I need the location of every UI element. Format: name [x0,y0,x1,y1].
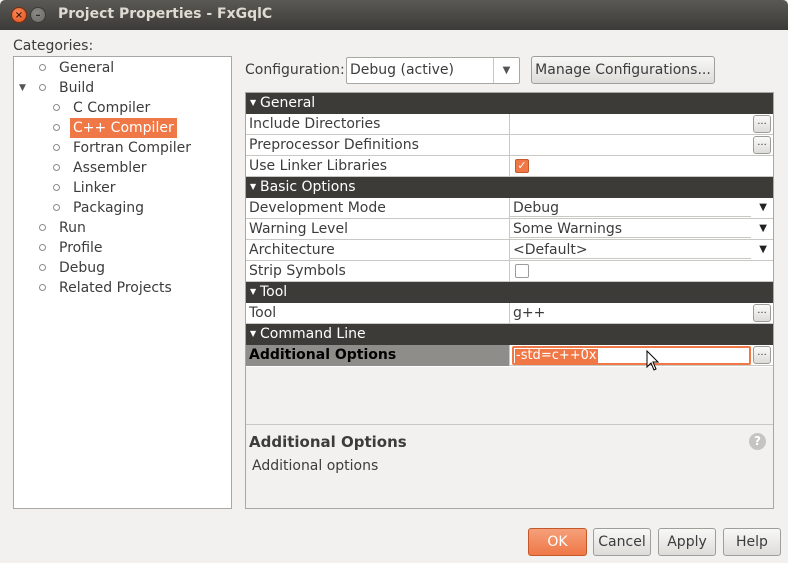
section-general[interactable]: ▼ General [246,93,773,114]
tree-item-fortran-compiler[interactable]: Fortran Compiler [14,138,231,158]
browse-ellipsis-button[interactable]: ... [753,304,771,322]
row-additional-options[interactable]: Additional Options -std=c++0x ... [246,345,773,366]
tree-item-c-compiler[interactable]: C Compiler [14,98,231,118]
additional-options-value[interactable]: -std=c++0x ... [510,345,773,366]
description-separator [246,424,773,425]
tree-item-run[interactable]: Run [14,218,231,238]
strip-symbols-value[interactable] [510,261,773,282]
node-bullet-icon [53,204,60,211]
ok-button[interactable]: OK [528,528,587,556]
underline [510,216,751,217]
node-bullet-icon [39,84,46,91]
description-title: Additional Options [249,433,407,451]
use-linker-libraries-value[interactable]: ✓ [510,156,773,177]
tree-item-build[interactable]: ▼ Build [14,78,231,98]
row-tool[interactable]: Tool g++ ... [246,303,773,324]
tree-item-cpp-compiler[interactable]: C++ Compiler [14,118,231,138]
browse-ellipsis-button[interactable]: ... [753,346,771,364]
tool-value[interactable]: g++ ... [510,303,773,324]
configuration-label: Configuration: [245,62,345,78]
row-development-mode[interactable]: Development Mode Debug ▼ [246,198,773,219]
row-warning-level[interactable]: Warning Level Some Warnings ▼ [246,219,773,240]
node-bullet-icon [39,244,46,251]
configuration-select[interactable]: Debug (active) ▼ [346,57,520,84]
tree-item-related-projects[interactable]: Related Projects [14,278,231,298]
node-bullet-icon [39,264,46,271]
chevron-down-icon[interactable]: ▼ [493,58,519,83]
node-bullet-icon [53,124,60,131]
help-icon[interactable]: ? [749,433,766,450]
browse-ellipsis-button[interactable]: ... [753,115,771,133]
description-text: Additional options [252,458,379,474]
node-bullet-icon [39,224,46,231]
node-bullet-icon [53,164,60,171]
row-use-linker-libraries[interactable]: Use Linker Libraries ✓ [246,156,773,177]
tree-item-assembler[interactable]: Assembler [14,158,231,178]
row-preprocessor-definitions[interactable]: Preprocessor Definitions ... [246,135,773,156]
row-strip-symbols[interactable]: Strip Symbols [246,261,773,282]
title-bar: × – Project Properties - FxGqlC [0,0,788,30]
underline [510,258,751,259]
tree-item-debug[interactable]: Debug [14,258,231,278]
chevron-down-icon[interactable]: ▼ [759,240,767,260]
chevron-down-icon[interactable]: ▼ [759,219,767,239]
node-bullet-icon [53,104,60,111]
underline [510,237,751,238]
warning-level-select[interactable]: Some Warnings ▼ [510,219,773,240]
node-bullet-icon [53,144,60,151]
collapse-triangle-icon[interactable]: ▼ [250,329,256,338]
additional-options-input[interactable]: -std=c++0x [512,346,751,365]
close-window-icon[interactable]: × [11,7,27,23]
mouse-pointer-icon [646,350,660,371]
tree-item-general[interactable]: General [14,58,231,78]
section-basic-options[interactable]: ▼ Basic Options [246,177,773,198]
window-title: Project Properties - FxGqlC [58,6,273,22]
section-tool[interactable]: ▼ Tool [246,282,773,303]
cancel-button[interactable]: Cancel [593,528,651,556]
categories-tree: General ▼ Build C Compiler C++ Compiler … [13,56,232,509]
expand-triangle-icon[interactable]: ▼ [19,78,26,98]
row-include-directories[interactable]: Include Directories ... [246,114,773,135]
manage-configurations-button[interactable]: Manage Configurations... [531,56,715,84]
collapse-triangle-icon[interactable]: ▼ [250,182,256,191]
node-bullet-icon [39,284,46,291]
preprocessor-definitions-value[interactable]: ... [510,135,773,156]
strip-symbols-checkbox[interactable] [515,264,529,278]
browse-ellipsis-button[interactable]: ... [753,136,771,154]
chevron-down-icon[interactable]: ▼ [759,198,767,218]
selected-text: -std=c++0x [515,348,598,363]
categories-label: Categories: [13,38,94,54]
configuration-value: Debug (active) [350,62,454,78]
architecture-select[interactable]: <Default> ▼ [510,240,773,261]
collapse-triangle-icon[interactable]: ▼ [250,98,256,107]
tree-item-linker[interactable]: Linker [14,178,231,198]
row-architecture[interactable]: Architecture <Default> ▼ [246,240,773,261]
development-mode-select[interactable]: Debug ▼ [510,198,773,219]
tree-item-packaging[interactable]: Packaging [14,198,231,218]
property-sheet: ▼ General Include Directories ... Prepro… [245,92,774,509]
include-directories-value[interactable]: ... [510,114,773,135]
property-grid: ▼ General Include Directories ... Prepro… [246,93,773,367]
use-linker-libraries-checkbox[interactable]: ✓ [515,159,529,173]
collapse-triangle-icon[interactable]: ▼ [250,287,256,296]
tree-item-profile[interactable]: Profile [14,238,231,258]
help-button[interactable]: Help [723,528,781,556]
minimize-window-icon[interactable]: – [30,7,46,23]
apply-button[interactable]: Apply [658,528,716,556]
node-bullet-icon [53,184,60,191]
section-command-line[interactable]: ▼ Command Line [246,324,773,345]
node-bullet-icon [39,64,46,71]
